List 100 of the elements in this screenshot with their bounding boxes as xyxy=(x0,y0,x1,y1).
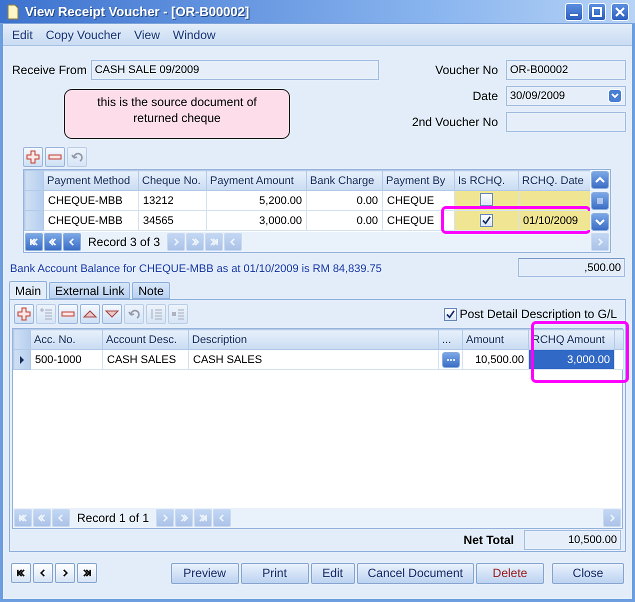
action-button[interactable]: Delete xyxy=(476,562,544,584)
table-cell: CASH SALES xyxy=(188,350,438,370)
table-cell: 34565 xyxy=(138,210,206,230)
column-header[interactable]: Payment Method xyxy=(44,170,138,190)
column-header[interactable]: Payment Amount xyxy=(206,170,306,190)
date-field[interactable]: 30/09/2009 xyxy=(506,86,626,106)
record-counter: Record 1 of 1 xyxy=(76,510,150,525)
field-label: 2nd Voucher No xyxy=(410,115,498,129)
column-header[interactable]: Payment By xyxy=(382,170,454,190)
down-chevron-icon xyxy=(595,217,605,227)
field-label: Receive From xyxy=(12,63,87,77)
table-cell: 5,200.00 xyxy=(206,190,306,210)
last-record-button[interactable] xyxy=(77,563,97,583)
next-page-arrow-icon xyxy=(179,512,190,523)
row-indicator xyxy=(24,190,44,210)
add-button[interactable] xyxy=(14,304,34,324)
up-chevron-icon xyxy=(595,175,605,185)
table-cell: CASH SALES xyxy=(102,350,188,370)
grip-icon xyxy=(595,196,605,206)
action-button[interactable]: Preview xyxy=(170,562,239,584)
remove-button[interactable] xyxy=(58,304,78,324)
up-button[interactable] xyxy=(80,304,100,324)
table-cell: 0.00 xyxy=(306,190,382,210)
column-header[interactable]: Amount xyxy=(462,330,528,350)
column-header[interactable]: RCHQ. Date xyxy=(518,170,590,190)
table-cell: CHEQUE xyxy=(382,210,454,230)
prev-page-button[interactable] xyxy=(44,233,62,251)
close-button[interactable] xyxy=(611,2,629,20)
plus-icon xyxy=(26,150,40,164)
table-cell: 01/10/2009 xyxy=(518,210,590,230)
indent-icon xyxy=(149,307,163,322)
first-button[interactable] xyxy=(25,233,43,251)
minimize-button[interactable] xyxy=(565,2,583,20)
table-cell: 3,000.00 xyxy=(528,350,614,370)
prev-record-button[interactable] xyxy=(33,563,53,583)
field-label: Voucher No xyxy=(434,63,498,77)
column-header[interactable]: Description xyxy=(188,330,438,350)
last-arrow-icon xyxy=(198,512,208,523)
next-page-arrow-icon xyxy=(190,237,200,247)
tab[interactable]: External Link xyxy=(49,282,130,299)
checkbox-label: Post Detail Description to G/L xyxy=(460,307,617,322)
insert-line-icon xyxy=(39,307,53,322)
column-header[interactable]: Acc. No. xyxy=(30,330,102,350)
table-cell: CHEQUE-MBB xyxy=(44,210,138,230)
current-row-icon xyxy=(19,356,25,364)
window-title: View Receipt Voucher - [OR-B00002] xyxy=(25,4,250,19)
outdent-icon xyxy=(171,307,185,322)
column-header[interactable]: Is RCHQ. xyxy=(454,170,518,190)
column-header[interactable]: Bank Charge xyxy=(306,170,382,190)
row-indicator xyxy=(24,210,44,230)
prev-page-arrow-icon xyxy=(48,237,58,247)
prev-button[interactable] xyxy=(63,233,81,251)
more-button[interactable] xyxy=(442,352,460,368)
menu-item[interactable]: Copy Voucher xyxy=(40,28,130,42)
record-counter: Record 3 of 3 xyxy=(87,235,162,249)
prev-page-arrow-icon xyxy=(37,512,47,523)
amount-field: ,500.00 xyxy=(518,258,625,277)
add-button[interactable] xyxy=(23,147,43,167)
action-button[interactable]: Print xyxy=(240,562,309,584)
field-label: Date xyxy=(472,89,498,103)
tab[interactable]: Main xyxy=(9,281,48,299)
second-voucher-no-field[interactable] xyxy=(506,112,626,132)
first-arrow-icon xyxy=(29,237,39,247)
remove-button[interactable] xyxy=(45,147,65,167)
first-arrow-icon xyxy=(16,568,26,578)
maximize-button[interactable] xyxy=(588,2,606,20)
last-arrow-icon xyxy=(209,237,220,247)
plus-icon xyxy=(17,307,31,322)
first-arrow-icon xyxy=(18,512,28,523)
menu-item[interactable]: Edit xyxy=(7,28,41,42)
table-cell: 3,000.00 xyxy=(206,210,306,230)
column-header[interactable]: Account Desc. xyxy=(102,330,188,350)
voucher-no-field[interactable]: OR-B00002 xyxy=(506,60,626,80)
table-cell: 0.00 xyxy=(306,210,382,230)
column-header[interactable]: ... xyxy=(438,330,462,350)
checkbox[interactable] xyxy=(444,308,457,321)
action-button[interactable]: Cancel Document xyxy=(356,562,474,584)
next-record-button[interactable] xyxy=(55,563,75,583)
tab[interactable]: Note xyxy=(132,282,170,299)
scroll-up-button[interactable] xyxy=(591,171,609,189)
table-cell: 10,500.00 xyxy=(462,350,528,370)
scroll-thumb[interactable] xyxy=(591,192,609,210)
action-button[interactable]: Close xyxy=(552,562,624,584)
receive-from-field[interactable]: CASH SALE 09/2009 xyxy=(90,60,379,80)
down-button[interactable] xyxy=(102,304,122,324)
menu-item[interactable]: View xyxy=(129,28,168,42)
menu-item[interactable]: Window xyxy=(168,28,224,42)
document-icon xyxy=(6,4,20,20)
undo-icon xyxy=(70,150,84,164)
action-button[interactable]: Edit xyxy=(310,562,355,584)
minimize-icon xyxy=(570,14,578,16)
dropdown-icon xyxy=(608,89,622,103)
checkbox[interactable] xyxy=(480,192,493,206)
column-header[interactable]: Cheque No. xyxy=(138,170,206,190)
table-cell: CHEQUE xyxy=(382,190,454,210)
first-record-button[interactable] xyxy=(11,563,31,583)
checkbox[interactable] xyxy=(480,214,493,226)
net-total-field: 10,500.00 xyxy=(524,530,621,550)
scroll-down-button[interactable] xyxy=(591,213,609,231)
table-cell: 13212 xyxy=(138,190,206,210)
